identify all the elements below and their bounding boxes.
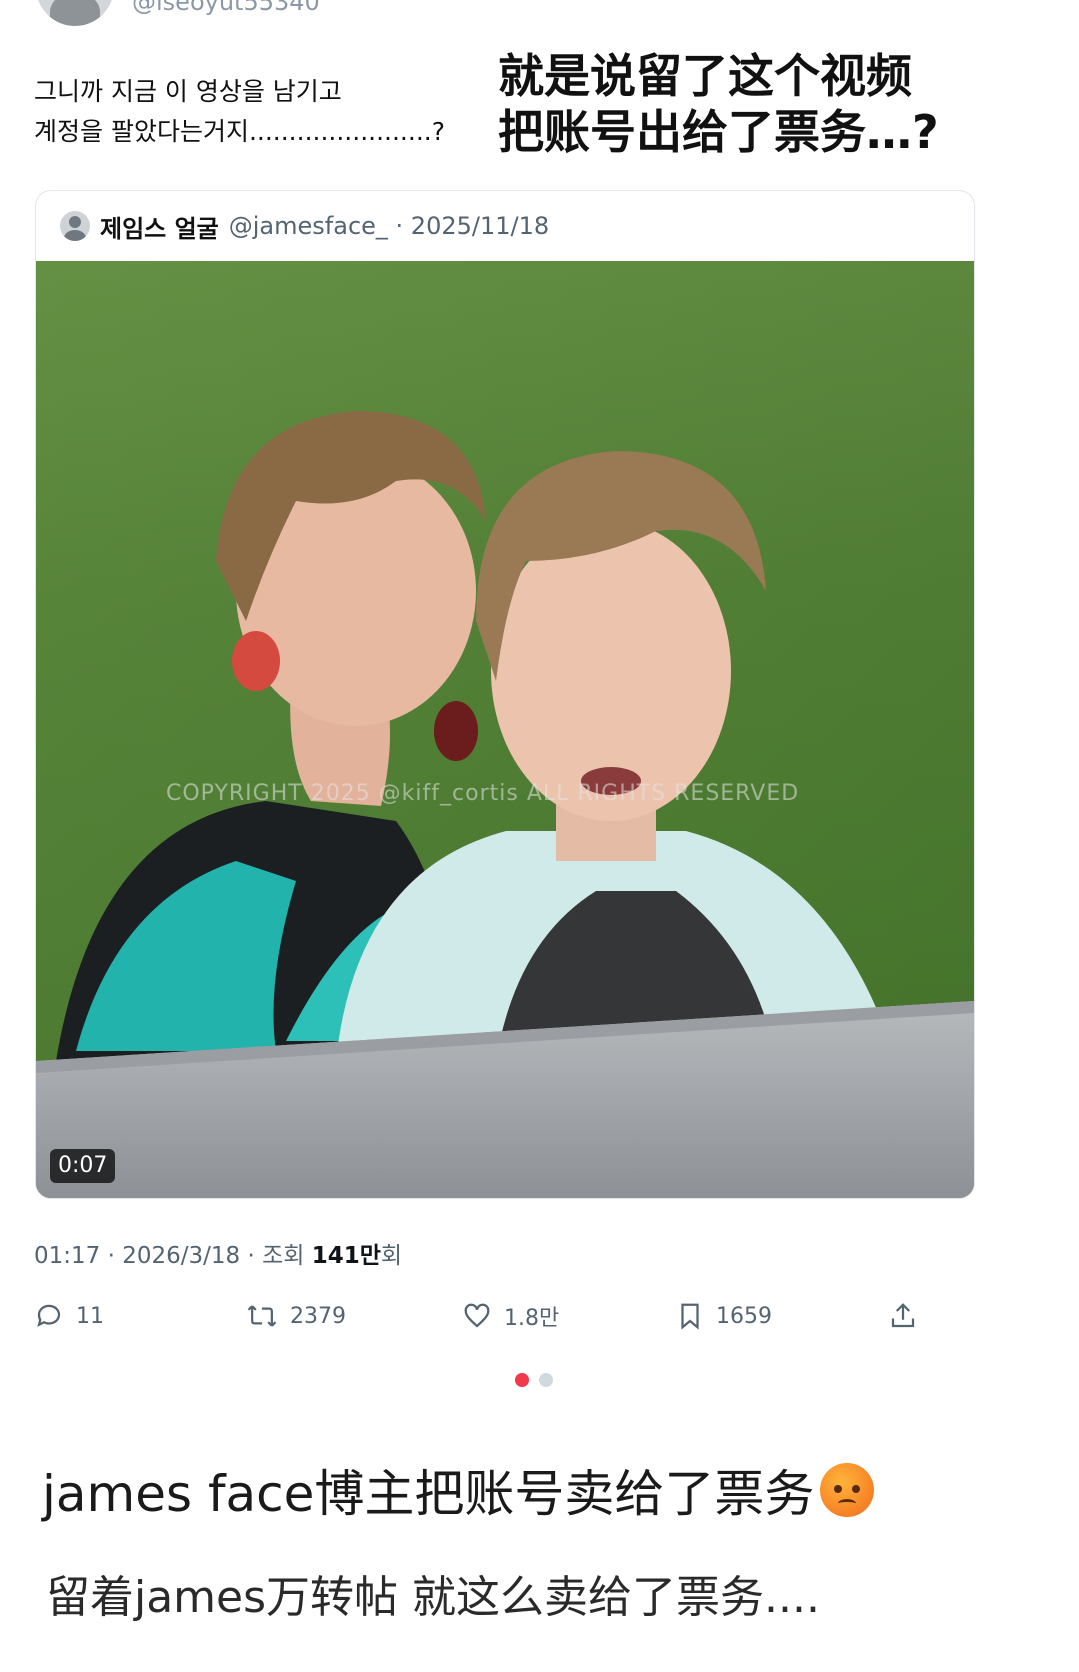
video-player[interactable]: COPYRIGHT 2025 @kiff_cortis ALL RIGHTS R…: [36, 261, 974, 1198]
video-duration-badge: 0:07: [50, 1149, 116, 1183]
like-button[interactable]: 1.8만: [462, 1296, 559, 1336]
watermark-text: COPYRIGHT 2025 @kiff_cortis ALL RIGHTS R…: [166, 781, 800, 806]
heart-icon: [464, 1303, 490, 1328]
like-count: 1.8만: [504, 1306, 560, 1331]
video-frame: [36, 261, 974, 1198]
angry-face-emoji-icon: [820, 1463, 875, 1517]
reply-button[interactable]: 11: [34, 1296, 104, 1336]
share-icon: [891, 1303, 915, 1328]
share-button[interactable]: [888, 1296, 930, 1336]
post-body: 留着james万转帖 就这么卖给了票务....: [46, 1572, 820, 1623]
bookmark-button[interactable]: 1659: [676, 1296, 772, 1336]
bookmark-icon: [681, 1303, 699, 1330]
view-suffix: 회: [380, 1243, 403, 1269]
tweet-text: 그니까 지금 이 영상을 남기고 계정을 팔았다는거지.............…: [34, 77, 445, 146]
post-title-text: james face博主把账号卖给了票务: [42, 1465, 815, 1523]
action-bar: 11 2379 1.8만 1659: [34, 1296, 974, 1336]
avatar-icon[interactable]: [60, 211, 90, 241]
repost-button[interactable]: 2379: [246, 1296, 346, 1336]
post-title: james face博主把账号卖给了票务: [42, 1462, 875, 1526]
carousel-dots: [515, 1373, 553, 1387]
quoted-post-card[interactable]: 제임스 얼굴 @jamesface_ · 2025/11/18 COPYRIGH…: [35, 190, 975, 1199]
repost-count: 2379: [290, 1303, 346, 1329]
post-time-date: 01:17 · 2026/3/18 · 조회: [34, 1243, 312, 1269]
user-handle[interactable]: @iseoyut55340: [132, 0, 320, 16]
carousel-dot[interactable]: [539, 1373, 553, 1387]
reply-icon: [37, 1304, 61, 1327]
carousel-dot-active[interactable]: [515, 1373, 529, 1387]
bookmark-count: 1659: [716, 1303, 772, 1329]
view-count: 141만: [311, 1243, 381, 1269]
post-meta: 01:17 · 2026/3/18 · 조회 141만회: [34, 1236, 402, 1270]
caption-overlay: 就是说留了这个视频 把账号出给了票务…?: [498, 49, 939, 159]
repost-icon: [247, 1305, 277, 1327]
quoted-post-header: 제임스 얼굴 @jamesface_ · 2025/11/18: [36, 191, 974, 261]
quoted-user-name[interactable]: 제임스 얼굴: [100, 209, 219, 244]
quoted-user-handle-date: @jamesface_ · 2025/11/18: [228, 212, 550, 240]
avatar[interactable]: [36, 0, 114, 26]
reply-count: 11: [76, 1303, 104, 1329]
